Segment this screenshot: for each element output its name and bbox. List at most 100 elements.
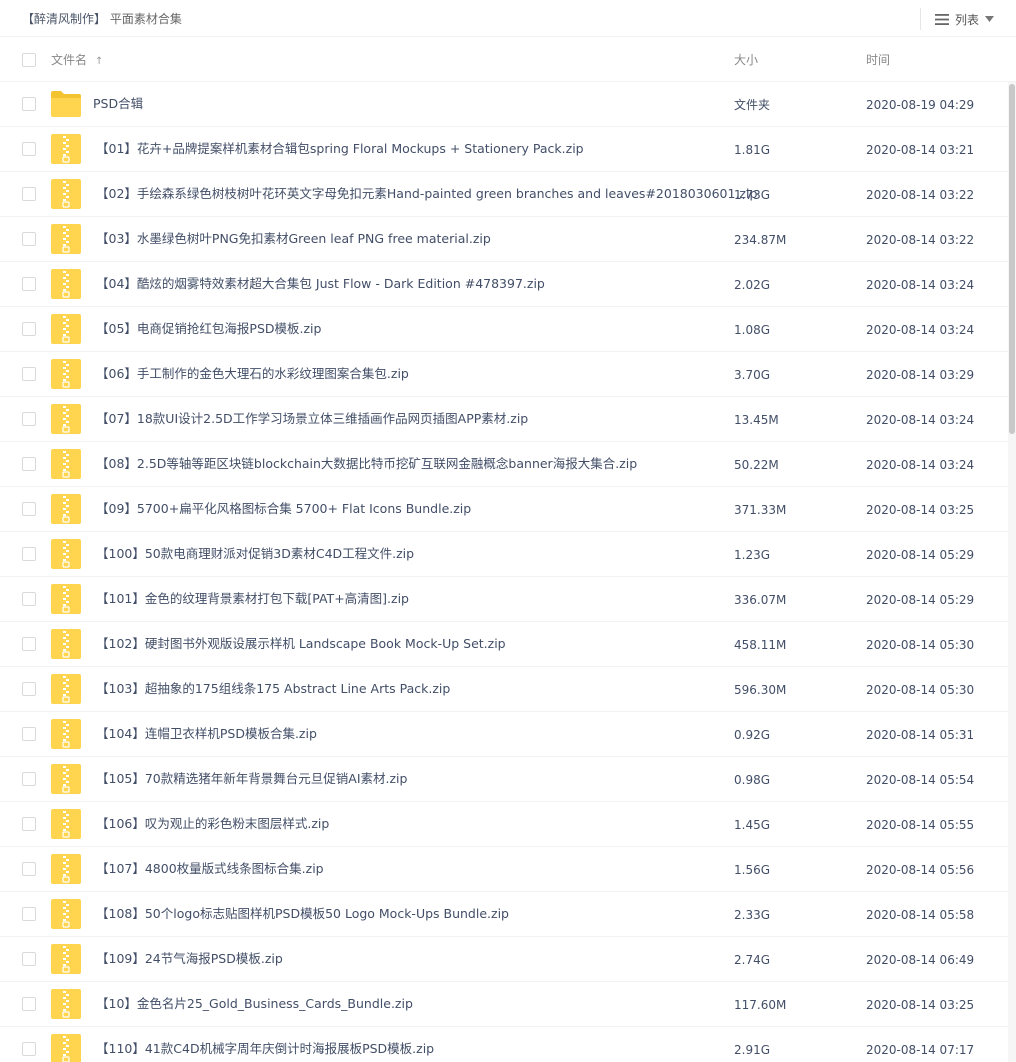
file-row[interactable]: 【105】70款精选猪年新年背景舞台元旦促销AI素材.zip 0.98G 2020-… [0,757,1008,802]
row-checkbox[interactable] [22,457,36,471]
file-row[interactable]: 【108】50个logo标志贴图样机PSD模板50 Logo Mock-Ups … [0,892,1008,937]
file-row[interactable]: 【05】电商促销抢红包海报PSD模板.zip 1.08G 2020-08-14 03… [0,307,1008,352]
zip-archive-icon [51,359,81,389]
file-row[interactable]: 【100】50款电商理财派对促销3D素材C4D工程文件.zip 1.23G 2020… [0,532,1008,577]
row-checkbox[interactable] [22,232,36,246]
select-all-checkbox[interactable] [22,53,36,67]
file-row[interactable]: 【104】连帽卫衣样机PSD模板合集.zip 0.92G 2020-08-14 05… [0,712,1008,757]
file-size: 1.56G [734,863,771,877]
row-checkbox[interactable] [22,682,36,696]
column-header-time[interactable]: 时间 [866,53,890,67]
zip-archive-icon [51,719,81,749]
file-row[interactable]: 【106】叹为观止的彩色粉末图层样式.zip 1.45G 2020-08-14 05… [0,802,1008,847]
row-checkbox[interactable] [22,367,36,381]
zip-archive-icon [51,629,81,659]
file-size: 1.73G [734,188,771,202]
file-name[interactable]: 【102】硬封图书外观版设展示样机 Landscape Book Mock-Up… [96,636,506,652]
file-row[interactable]: 【102】硬封图书外观版设展示样机 Landscape Book Mock-Up… [0,622,1008,667]
column-header-size[interactable]: 大小 [734,53,758,67]
file-name[interactable]: 【101】金色的纹理背景素材打包下载[PAT+高清图].zip [96,591,409,607]
row-checkbox[interactable] [22,862,36,876]
row-checkbox[interactable] [22,727,36,741]
file-row[interactable]: 【08】2.5D等轴等距区块链blockchain大数据比特币挖矿互联网金融概念… [0,442,1008,487]
file-name[interactable]: 【106】叹为观止的彩色粉末图层样式.zip [96,816,329,832]
file-name[interactable]: 【105】70款精选猪年新年背景舞台元旦促销AI素材.zip [96,771,407,787]
row-checkbox[interactable] [22,547,36,561]
row-checkbox[interactable] [22,817,36,831]
file-size: 2.33G [734,908,771,922]
file-row[interactable]: 【01】花卉+品牌提案样机素材合辑包spring Floral Mockups … [0,127,1008,172]
row-checkbox[interactable] [22,322,36,336]
file-row[interactable]: 【02】手绘森系绿色树枝树叶花环英文字母免扣元素Hand-painted gre… [0,172,1008,217]
row-checkbox[interactable] [22,502,36,516]
breadcrumb-parent[interactable]: 【醉清风制作】 [22,12,106,26]
row-checkbox[interactable] [22,187,36,201]
file-name[interactable]: 【08】2.5D等轴等距区块链blockchain大数据比特币挖矿互联网金融概念… [96,456,637,472]
file-time: 2020-08-14 06:49 [866,953,975,967]
file-time: 2020-08-14 03:22 [866,233,975,247]
file-name[interactable]: 【05】电商促销抢红包海报PSD模板.zip [96,321,321,337]
file-size: 458.11M [734,638,787,652]
file-name[interactable]: 【09】5700+扁平化风格图标合集 5700+ Flat Icons Bund… [96,501,471,517]
file-size: 50.22M [734,458,779,472]
file-name[interactable]: 【100】50款电商理财派对促销3D素材C4D工程文件.zip [96,546,414,562]
file-row[interactable]: 【04】酷炫的烟雾特效素材超大合集包 Just Flow - Dark Edit… [0,262,1008,307]
file-size: 1.81G [734,143,771,157]
row-checkbox[interactable] [22,637,36,651]
row-checkbox[interactable] [22,952,36,966]
zip-archive-icon [51,539,81,569]
file-name[interactable]: 【109】24节气海报PSD模板.zip [96,951,283,967]
zip-archive-icon [51,224,81,254]
row-checkbox[interactable] [22,142,36,156]
file-row[interactable]: 【10】金色名片25_Gold_Business_Cards_Bundle.zi… [0,982,1008,1027]
file-row[interactable]: 【101】金色的纹理背景素材打包下载[PAT+高清图].zip 336.07M 20… [0,577,1008,622]
row-checkbox[interactable] [22,412,36,426]
file-name[interactable]: 【107】4800枚量版式线条图标合集.zip [96,861,324,877]
view-mode-dropdown[interactable]: 列表 [919,8,994,30]
file-name[interactable]: 【04】酷炫的烟雾特效素材超大合集包 Just Flow - Dark Edit… [96,276,545,292]
row-checkbox[interactable] [22,997,36,1011]
file-size: 13.45M [734,413,779,427]
file-name[interactable]: PSD合辑 [93,96,143,112]
file-row[interactable]: 【09】5700+扁平化风格图标合集 5700+ Flat Icons Bund… [0,487,1008,532]
row-checkbox[interactable] [22,772,36,786]
file-name[interactable]: 【10】金色名片25_Gold_Business_Cards_Bundle.zi… [96,996,413,1012]
zip-archive-icon [51,899,81,929]
file-name[interactable]: 【06】手工制作的金色大理石的水彩纹理图案合集包.zip [96,366,409,382]
row-checkbox[interactable] [22,97,36,111]
file-row[interactable]: 【109】24节气海报PSD模板.zip 2.74G 2020-08-14 06:4… [0,937,1008,982]
file-size: 117.60M [734,998,787,1012]
file-size: 0.98G [734,773,771,787]
file-time: 2020-08-14 03:21 [866,143,975,157]
file-row[interactable]: 【03】水墨绿色树叶PNG免扣素材Green leaf PNG free mat… [0,217,1008,262]
file-name[interactable]: 【07】18款UI设计2.5D工作学习场景立体三维插画作品网页插图APP素材.z… [96,411,528,427]
file-browser: 【醉清风制作】 平面素材合集 列表 文件名 ↑ 大小 时间 PSD合辑 文件夹 202… [0,0,1016,1062]
file-name[interactable]: 【03】水墨绿色树叶PNG免扣素材Green leaf PNG free mat… [96,231,491,247]
file-row[interactable]: 【06】手工制作的金色大理石的水彩纹理图案合集包.zip 3.70G 2020-08… [0,352,1008,397]
file-row[interactable]: 【107】4800枚量版式线条图标合集.zip 1.56G 2020-08-14 0… [0,847,1008,892]
list-icon [934,13,949,25]
row-checkbox[interactable] [22,907,36,921]
scrollbar-thumb[interactable] [1009,84,1015,434]
scrollbar-track[interactable] [1008,82,1016,1062]
row-checkbox[interactable] [22,1042,36,1056]
zip-archive-icon [51,764,81,794]
file-name[interactable]: 【108】50个logo标志贴图样机PSD模板50 Logo Mock-Ups … [96,906,509,922]
folder-row[interactable]: PSD合辑 文件夹 2020-08-19 04:29 [0,82,1008,127]
row-checkbox[interactable] [22,277,36,291]
file-time: 2020-08-14 05:30 [866,638,975,652]
file-time: 2020-08-14 03:24 [866,278,975,292]
file-time: 2020-08-14 05:56 [866,863,975,877]
file-name[interactable]: 【104】连帽卫衣样机PSD模板合集.zip [96,726,317,742]
file-name[interactable]: 【02】手绘森系绿色树枝树叶花环英文字母免扣元素Hand-painted gre… [96,186,757,202]
file-name[interactable]: 【01】花卉+品牌提案样机素材合辑包spring Floral Mockups … [96,141,584,157]
column-header-name[interactable]: 文件名 ↑ [51,53,103,69]
row-checkbox[interactable] [22,592,36,606]
file-row[interactable]: 【110】41款C4D机械字周年庆倒计时海报展板PSD模板.zip 2.91G 20… [0,1027,1008,1062]
file-row[interactable]: 【103】超抽象的175组线条175 Abstract Line Arts Pa… [0,667,1008,712]
view-mode-label: 列表 [954,12,979,27]
column-name-label: 文件名 [51,53,88,67]
file-row[interactable]: 【07】18款UI设计2.5D工作学习场景立体三维插画作品网页插图APP素材.z… [0,397,1008,442]
file-name[interactable]: 【110】41款C4D机械字周年庆倒计时海报展板PSD模板.zip [96,1041,434,1057]
file-name[interactable]: 【103】超抽象的175组线条175 Abstract Line Arts Pa… [96,681,450,697]
